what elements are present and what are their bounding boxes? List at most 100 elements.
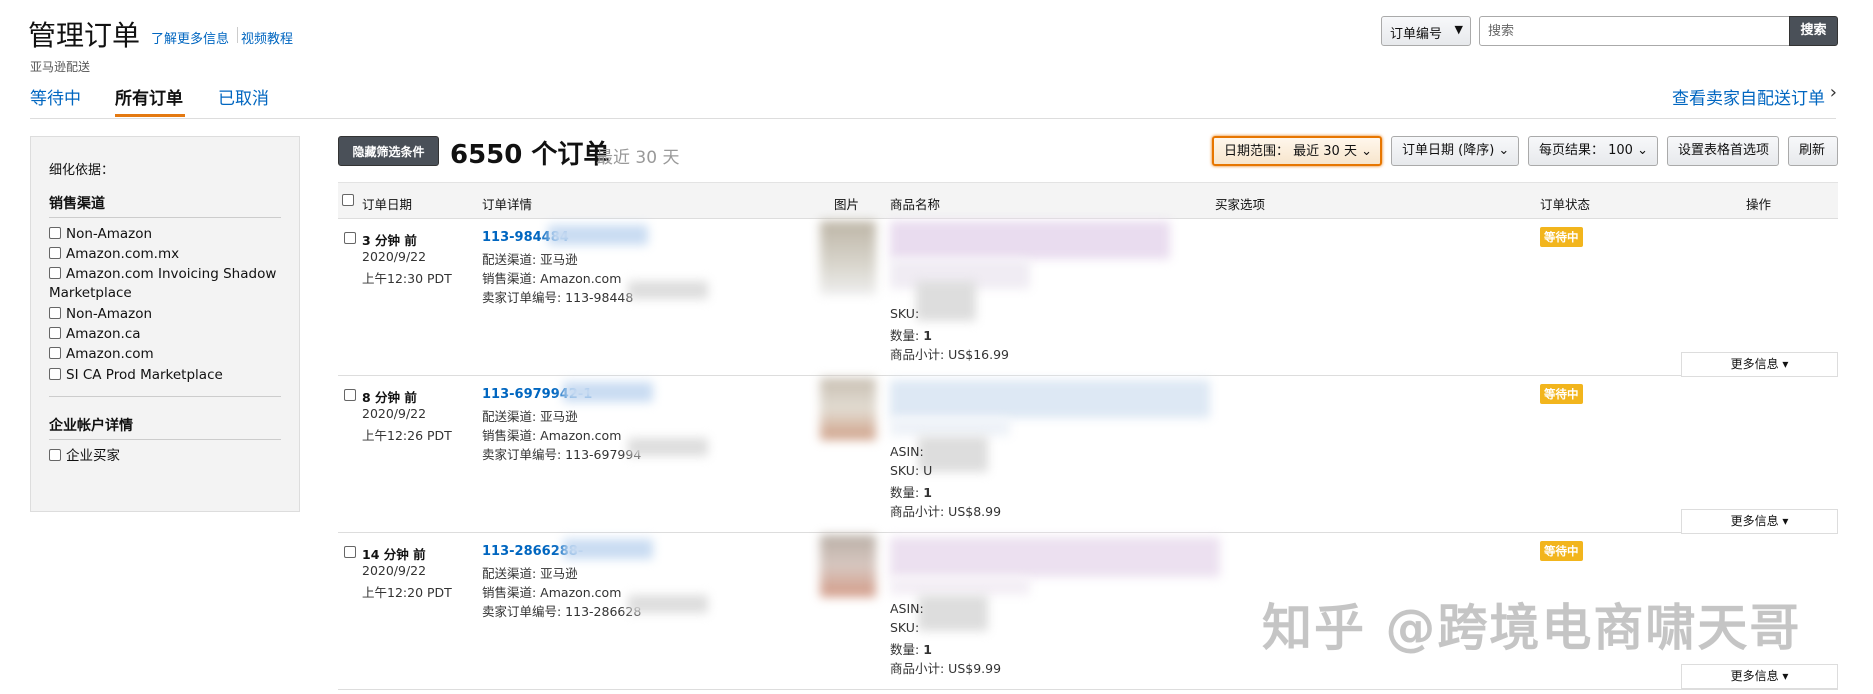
sku: SKU: — [890, 306, 920, 321]
quantity-value: 1 — [923, 328, 932, 343]
filter-label: Amazon.com.mx — [66, 246, 180, 262]
asin: ASIN: — [890, 601, 924, 616]
product-image[interactable] — [820, 535, 876, 597]
redacted-text — [918, 595, 988, 631]
checkbox[interactable] — [49, 307, 61, 319]
more-info-button[interactable]: 更多信息 ▾ — [1681, 509, 1838, 534]
sales-channel: 销售渠道: Amazon.com — [482, 271, 622, 286]
checkbox[interactable] — [49, 227, 61, 239]
filter-checkbox-item[interactable]: Amazon.ca — [49, 325, 289, 344]
more-info-label: 更多信息 — [1730, 514, 1779, 528]
date-range-label: 日期范围： 最近 30 天 — [1224, 144, 1357, 159]
filter-checkbox-item[interactable]: Amazon.com.mx — [49, 245, 289, 264]
sku: SKU: U — [890, 463, 933, 478]
quantity-value: 1 — [923, 642, 932, 657]
filter-checkbox-item[interactable]: 企业买家 — [49, 447, 289, 466]
status-badge: 等待中 — [1540, 227, 1583, 247]
date-range-dropdown[interactable]: 日期范围： 最近 30 天 ⌄ — [1212, 136, 1382, 166]
page-subtitle: 亚马逊配送 — [30, 60, 91, 74]
redacted-text — [890, 418, 1010, 436]
redacted-text — [916, 281, 976, 321]
fulfillment-channel: 配送渠道: 亚马逊 — [482, 566, 578, 581]
order-date: 2020/9/22 — [362, 249, 427, 264]
fulfillment-channel: 配送渠道: 亚马逊 — [482, 252, 578, 267]
chevron-down-icon: ▾ — [1782, 357, 1789, 371]
filter-label: Amazon.ca — [66, 326, 141, 342]
sort-label: 订单日期 (降序) — [1402, 143, 1495, 158]
column-header[interactable]: 订单日期 — [362, 194, 412, 213]
asin: ASIN: — [890, 444, 924, 459]
more-info-button[interactable]: 更多信息 ▾ — [1681, 352, 1838, 377]
filter-checkbox-item[interactable]: Amazon.com Invoicing Shadow Marketplace — [49, 265, 289, 303]
order-age: 14 分钟 前 — [362, 547, 426, 562]
column-header: 操作 — [1746, 197, 1772, 212]
filter-checkbox-item[interactable]: SI CA Prod Marketplace — [49, 366, 289, 385]
learn-more-link[interactable]: 了解更多信息 — [151, 28, 229, 47]
select-all-checkbox[interactable] — [342, 194, 354, 206]
sales-channel: 销售渠道: Amazon.com — [482, 428, 622, 443]
divider — [237, 27, 238, 43]
per-page-dropdown[interactable]: 每页结果： 100 ⌄ — [1528, 136, 1658, 166]
seller-order-id: 卖家订单编号: 113-98448 — [482, 290, 634, 305]
item-subtotal: 商品小计: US$9.99 — [890, 661, 1002, 676]
hide-filters-button[interactable]: 隐藏筛选条件 — [338, 136, 439, 166]
order-time: 上午12:20 PDT — [362, 585, 452, 600]
view-seller-orders-link[interactable]: 查看卖家自配送订单 — [1672, 84, 1825, 109]
row-checkbox[interactable] — [344, 389, 356, 401]
row-checkbox[interactable] — [344, 546, 356, 558]
checkbox[interactable] — [49, 368, 61, 380]
order-date: 2020/9/22 — [362, 406, 427, 421]
checkbox[interactable] — [49, 347, 61, 359]
filter-checkbox-item[interactable]: Amazon.com — [49, 345, 289, 364]
tab-all-orders[interactable]: 所有订单 — [115, 84, 183, 109]
divider — [49, 217, 281, 218]
quantity-label: 数量: — [890, 642, 920, 657]
chevron-down-icon: ▾ — [1782, 514, 1789, 528]
search-button[interactable]: 搜索 — [1789, 16, 1838, 46]
column-header: 图片 — [834, 197, 860, 212]
item-subtotal: 商品小计: US$16.99 — [890, 347, 1010, 362]
product-image[interactable] — [820, 378, 876, 440]
filter-label: Non-Amazon — [66, 226, 153, 242]
checkbox[interactable] — [49, 267, 61, 279]
quantity: 数量: 1 — [890, 325, 932, 344]
more-info-label: 更多信息 — [1730, 669, 1779, 683]
video-tutorial-link[interactable]: 视频教程 — [241, 28, 293, 47]
column-header: 买家选项 — [1215, 197, 1266, 212]
more-info-button[interactable]: 更多信息 ▾ — [1681, 664, 1838, 689]
product-image[interactable] — [820, 221, 876, 295]
product-title-blurred[interactable] — [890, 537, 1220, 577]
chevron-down-icon: ⌄ — [1498, 143, 1510, 158]
product-title-blurred[interactable] — [890, 221, 1170, 259]
row-checkbox[interactable] — [344, 232, 356, 244]
quantity-label: 数量: — [890, 485, 920, 500]
chevron-right-icon: › — [1829, 82, 1837, 103]
tab-pending[interactable]: 等待中 — [30, 84, 81, 109]
quantity: 数量: 1 — [890, 482, 932, 501]
column-header: 订单状态 — [1540, 197, 1591, 212]
checkbox[interactable] — [49, 449, 61, 461]
checkbox[interactable] — [49, 247, 61, 259]
sku: SKU: — [890, 620, 920, 635]
search-type-label: 订单编号 — [1390, 27, 1443, 42]
refresh-button[interactable]: 刷新 — [1788, 136, 1838, 166]
filter-label: Amazon.com — [66, 346, 154, 362]
order-time: 上午12:30 PDT — [362, 271, 452, 286]
redacted-text — [628, 595, 708, 613]
sales-channel: 销售渠道: Amazon.com — [482, 585, 622, 600]
checkbox[interactable] — [49, 327, 61, 339]
search-type-select[interactable]: 订单编号 ▼ — [1381, 16, 1471, 46]
search-input[interactable] — [1479, 16, 1790, 46]
table-row: 8 分钟 前 2020/9/22 上午12:26 PDT 113-6979942… — [338, 376, 1838, 534]
tab-cancelled[interactable]: 已取消 — [218, 84, 269, 109]
sort-dropdown[interactable]: 订单日期 (降序) ⌄ — [1391, 136, 1519, 166]
table-header: 订单日期 订单详情 图片 商品名称 买家选项 订单状态 操作 — [338, 182, 1838, 219]
filter-checkbox-item[interactable]: Non-Amazon — [49, 225, 289, 244]
recent-days-label: 最近 30 天 — [596, 148, 680, 168]
table-preferences-button[interactable]: 设置表格首选项 — [1667, 136, 1779, 166]
order-age: 3 分钟 前 — [362, 233, 417, 248]
watermark: 知乎 @跨境电商啸天哥 — [1262, 599, 1802, 657]
filter-checkbox-item[interactable]: Non-Amazon — [49, 305, 289, 324]
chevron-down-icon: ⌄ — [1637, 143, 1648, 158]
product-title-blurred[interactable] — [890, 380, 1210, 418]
